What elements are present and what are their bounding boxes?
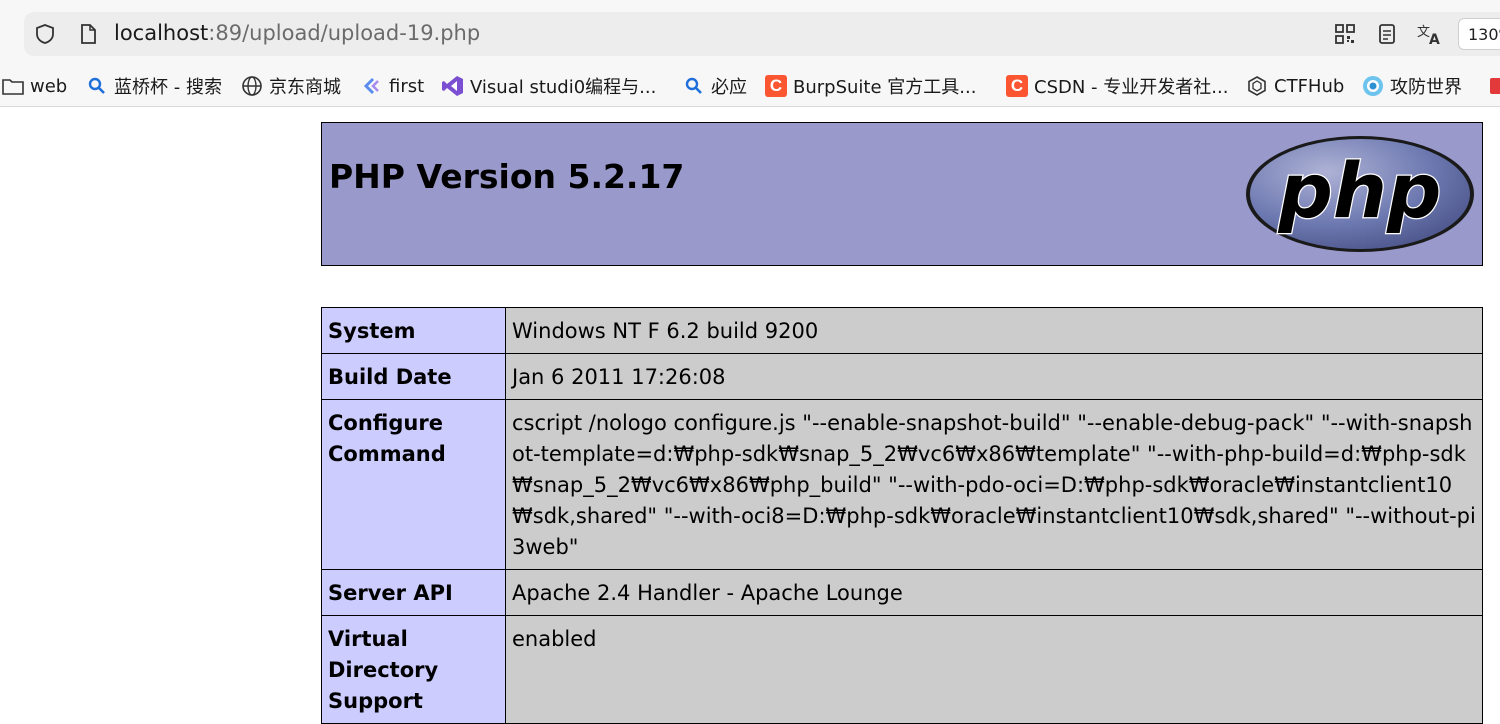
row-value: Jan 6 2011 17:26:08 [505, 353, 1483, 400]
bookmark-lanqiao-search[interactable]: 蓝桥杯 - 搜索 [86, 72, 222, 100]
bookmark-burpsuite[interactable]: C BurpSuite 官方工具... [765, 72, 976, 100]
table-row: System Windows NT F 6.2 build 9200 [321, 307, 1483, 354]
bookmark-label: 必应 [711, 77, 747, 98]
table-row: Build Date Jan 6 2011 17:26:08 [321, 353, 1483, 400]
chevron-icon [361, 75, 383, 97]
url-host: localhost [114, 21, 209, 45]
bookmark-label: CSDN - 专业开发者社... [1034, 77, 1229, 98]
row-value: Windows NT F 6.2 build 9200 [505, 307, 1483, 354]
page-title: PHP Version 5.2.17 [329, 157, 685, 196]
bookmark-label: first [389, 75, 425, 97]
translate-icon[interactable]: 文A [1417, 23, 1443, 48]
bookmark-ctfhub[interactable]: CTFHub [1246, 72, 1344, 100]
globe-icon [241, 75, 263, 97]
address-bar[interactable]: localhost:89/upload/upload-19.php 文A [24, 12, 1500, 56]
bookmark-first[interactable]: first [361, 72, 424, 100]
folder-icon [2, 75, 24, 97]
shield-icon[interactable] [34, 23, 56, 45]
php-logo-text: php [1278, 146, 1442, 235]
qr-code-icon[interactable] [1334, 23, 1356, 45]
url-field[interactable]: localhost:89/upload/upload-19.php [114, 21, 480, 45]
row-key: Virtual Directory Support [321, 615, 506, 724]
bookmark-visual-studio[interactable]: Visual studi0编程与... [442, 72, 656, 100]
csdn-icon: C [1006, 75, 1028, 97]
reader-icon[interactable] [1376, 23, 1398, 45]
row-key: Build Date [321, 353, 506, 400]
bookmark-label: 蓝桥杯 - 搜索 [114, 77, 222, 98]
phpinfo-table: System Windows NT F 6.2 build 9200 Build… [321, 307, 1483, 724]
row-key: System [321, 307, 506, 354]
row-key: Configure Command [321, 399, 506, 570]
url-path: :89/upload/upload-19.php [208, 21, 481, 45]
bookmarks-bar: web 蓝桥杯 - 搜索 京东商城 first Visual studi0编程与… [0, 66, 1500, 106]
bookmark-label: web [30, 75, 68, 97]
csdn-icon: C [765, 75, 787, 97]
bookmark-label: Visual studi0编程与... [470, 77, 657, 98]
row-value: Apache 2.4 Handler - Apache Lounge [505, 569, 1483, 616]
table-row: Virtual Directory Support enabled [321, 615, 1483, 724]
row-value: enabled [505, 615, 1483, 724]
zoom-level-badge[interactable]: 130% [1458, 18, 1500, 50]
svg-text:A: A [1429, 32, 1440, 45]
bookmark-label: CTFHub [1274, 75, 1345, 97]
table-row: Configure Command cscript /nologo config… [321, 399, 1483, 570]
hexagon-icon [1246, 75, 1268, 97]
bookmark-gongfang[interactable]: 攻防世界 [1362, 72, 1462, 100]
page-icon [77, 23, 99, 45]
bookmark-icon [1486, 75, 1500, 97]
bookmark-label: 攻防世界 [1390, 77, 1462, 98]
bookmark-web[interactable]: web [2, 72, 67, 100]
bookmark-jd[interactable]: 京东商城 [241, 72, 341, 100]
bookmark-csdn[interactable]: C CSDN - 专业开发者社... [1006, 72, 1228, 100]
php-logo[interactable]: php [1244, 133, 1476, 255]
bookmark-overflow[interactable] [1486, 72, 1500, 100]
globe-ring-icon [1362, 75, 1384, 97]
browser-toolbar: localhost:89/upload/upload-19.php 文A 130… [0, 0, 1500, 107]
search-icon [683, 75, 705, 97]
bookmark-label: BurpSuite 官方工具... [793, 77, 977, 98]
phpinfo-header: PHP Version 5.2.17 php [321, 122, 1483, 266]
visual-studio-icon [442, 75, 464, 97]
row-key: Server API [321, 569, 506, 616]
row-value: cscript /nologo configure.js "--enable-s… [505, 399, 1483, 570]
bookmark-label: 京东商城 [269, 77, 341, 98]
search-icon [86, 75, 108, 97]
bookmark-bing[interactable]: 必应 [683, 72, 747, 100]
table-row: Server API Apache 2.4 Handler - Apache L… [321, 569, 1483, 616]
